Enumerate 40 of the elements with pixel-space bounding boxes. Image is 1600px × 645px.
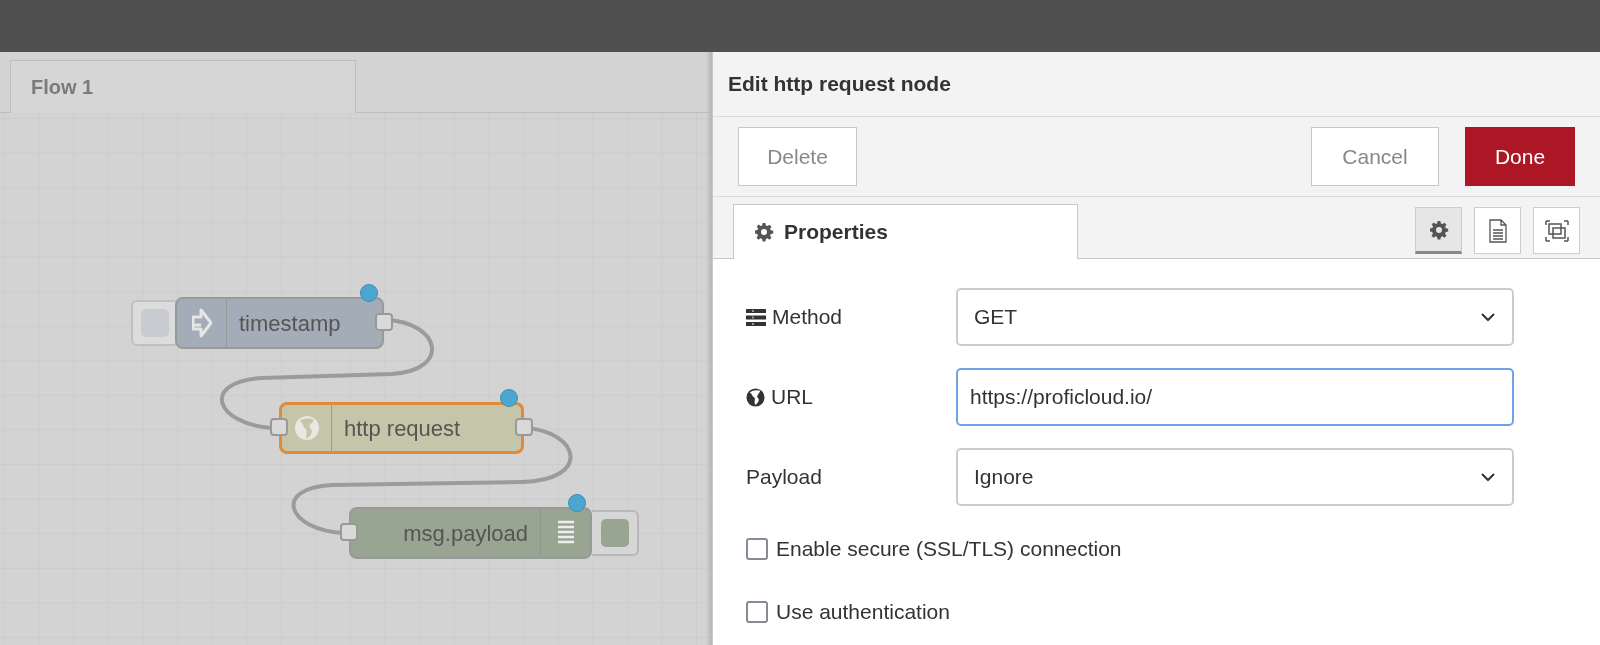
properties-tab[interactable]: Properties [733, 204, 1078, 259]
globe-icon [746, 387, 765, 407]
output-port[interactable] [515, 418, 533, 436]
node-label: http request [343, 414, 462, 443]
flow-node[interactable]: timestamp [175, 297, 384, 349]
toggle-button[interactable] [592, 510, 639, 556]
field-label: Method [772, 304, 843, 331]
globe-icon [293, 415, 320, 441]
flow-node[interactable]: msg.payload [349, 507, 592, 559]
checkbox[interactable] [746, 600, 768, 623]
chevron-icon [1480, 312, 1496, 322]
document-icon [1488, 218, 1507, 243]
checkbox[interactable] [746, 537, 768, 560]
settings-tab[interactable] [1415, 207, 1462, 254]
description-tab[interactable] [1474, 207, 1521, 254]
field-label: URL [771, 384, 813, 411]
node-label: msg.payload [402, 519, 529, 548]
done-button[interactable]: Done [1465, 127, 1575, 186]
node-label: timestamp [238, 309, 342, 338]
chevron-icon [1480, 472, 1496, 482]
workspace-tab[interactable]: Flow 1 [10, 60, 356, 113]
settings-icon [754, 222, 774, 242]
field-label: Payload [746, 464, 822, 491]
delete-button[interactable]: Delete [738, 127, 857, 186]
settings-icon [1428, 219, 1449, 240]
flow-node[interactable]: http request [279, 402, 524, 454]
select-field[interactable]: Ignore [956, 448, 1514, 506]
frame-icon [1543, 218, 1570, 243]
select-field[interactable]: GET [956, 288, 1514, 346]
input-port[interactable] [270, 418, 288, 436]
cancel-button[interactable]: Cancel [1311, 127, 1439, 186]
panel-title: Edit http request node [728, 71, 951, 98]
list-icon [746, 308, 766, 326]
checkbox-label: Use authentication [776, 598, 950, 625]
output-port[interactable] [375, 313, 393, 331]
appearance-tab[interactable] [1533, 207, 1580, 254]
input-port[interactable] [340, 523, 358, 541]
arrow-icon [191, 308, 212, 338]
url-field[interactable]: https://proficloud.io/ [956, 368, 1514, 426]
checkbox-label: Enable secure (SSL/TLS) connection [776, 535, 1122, 562]
